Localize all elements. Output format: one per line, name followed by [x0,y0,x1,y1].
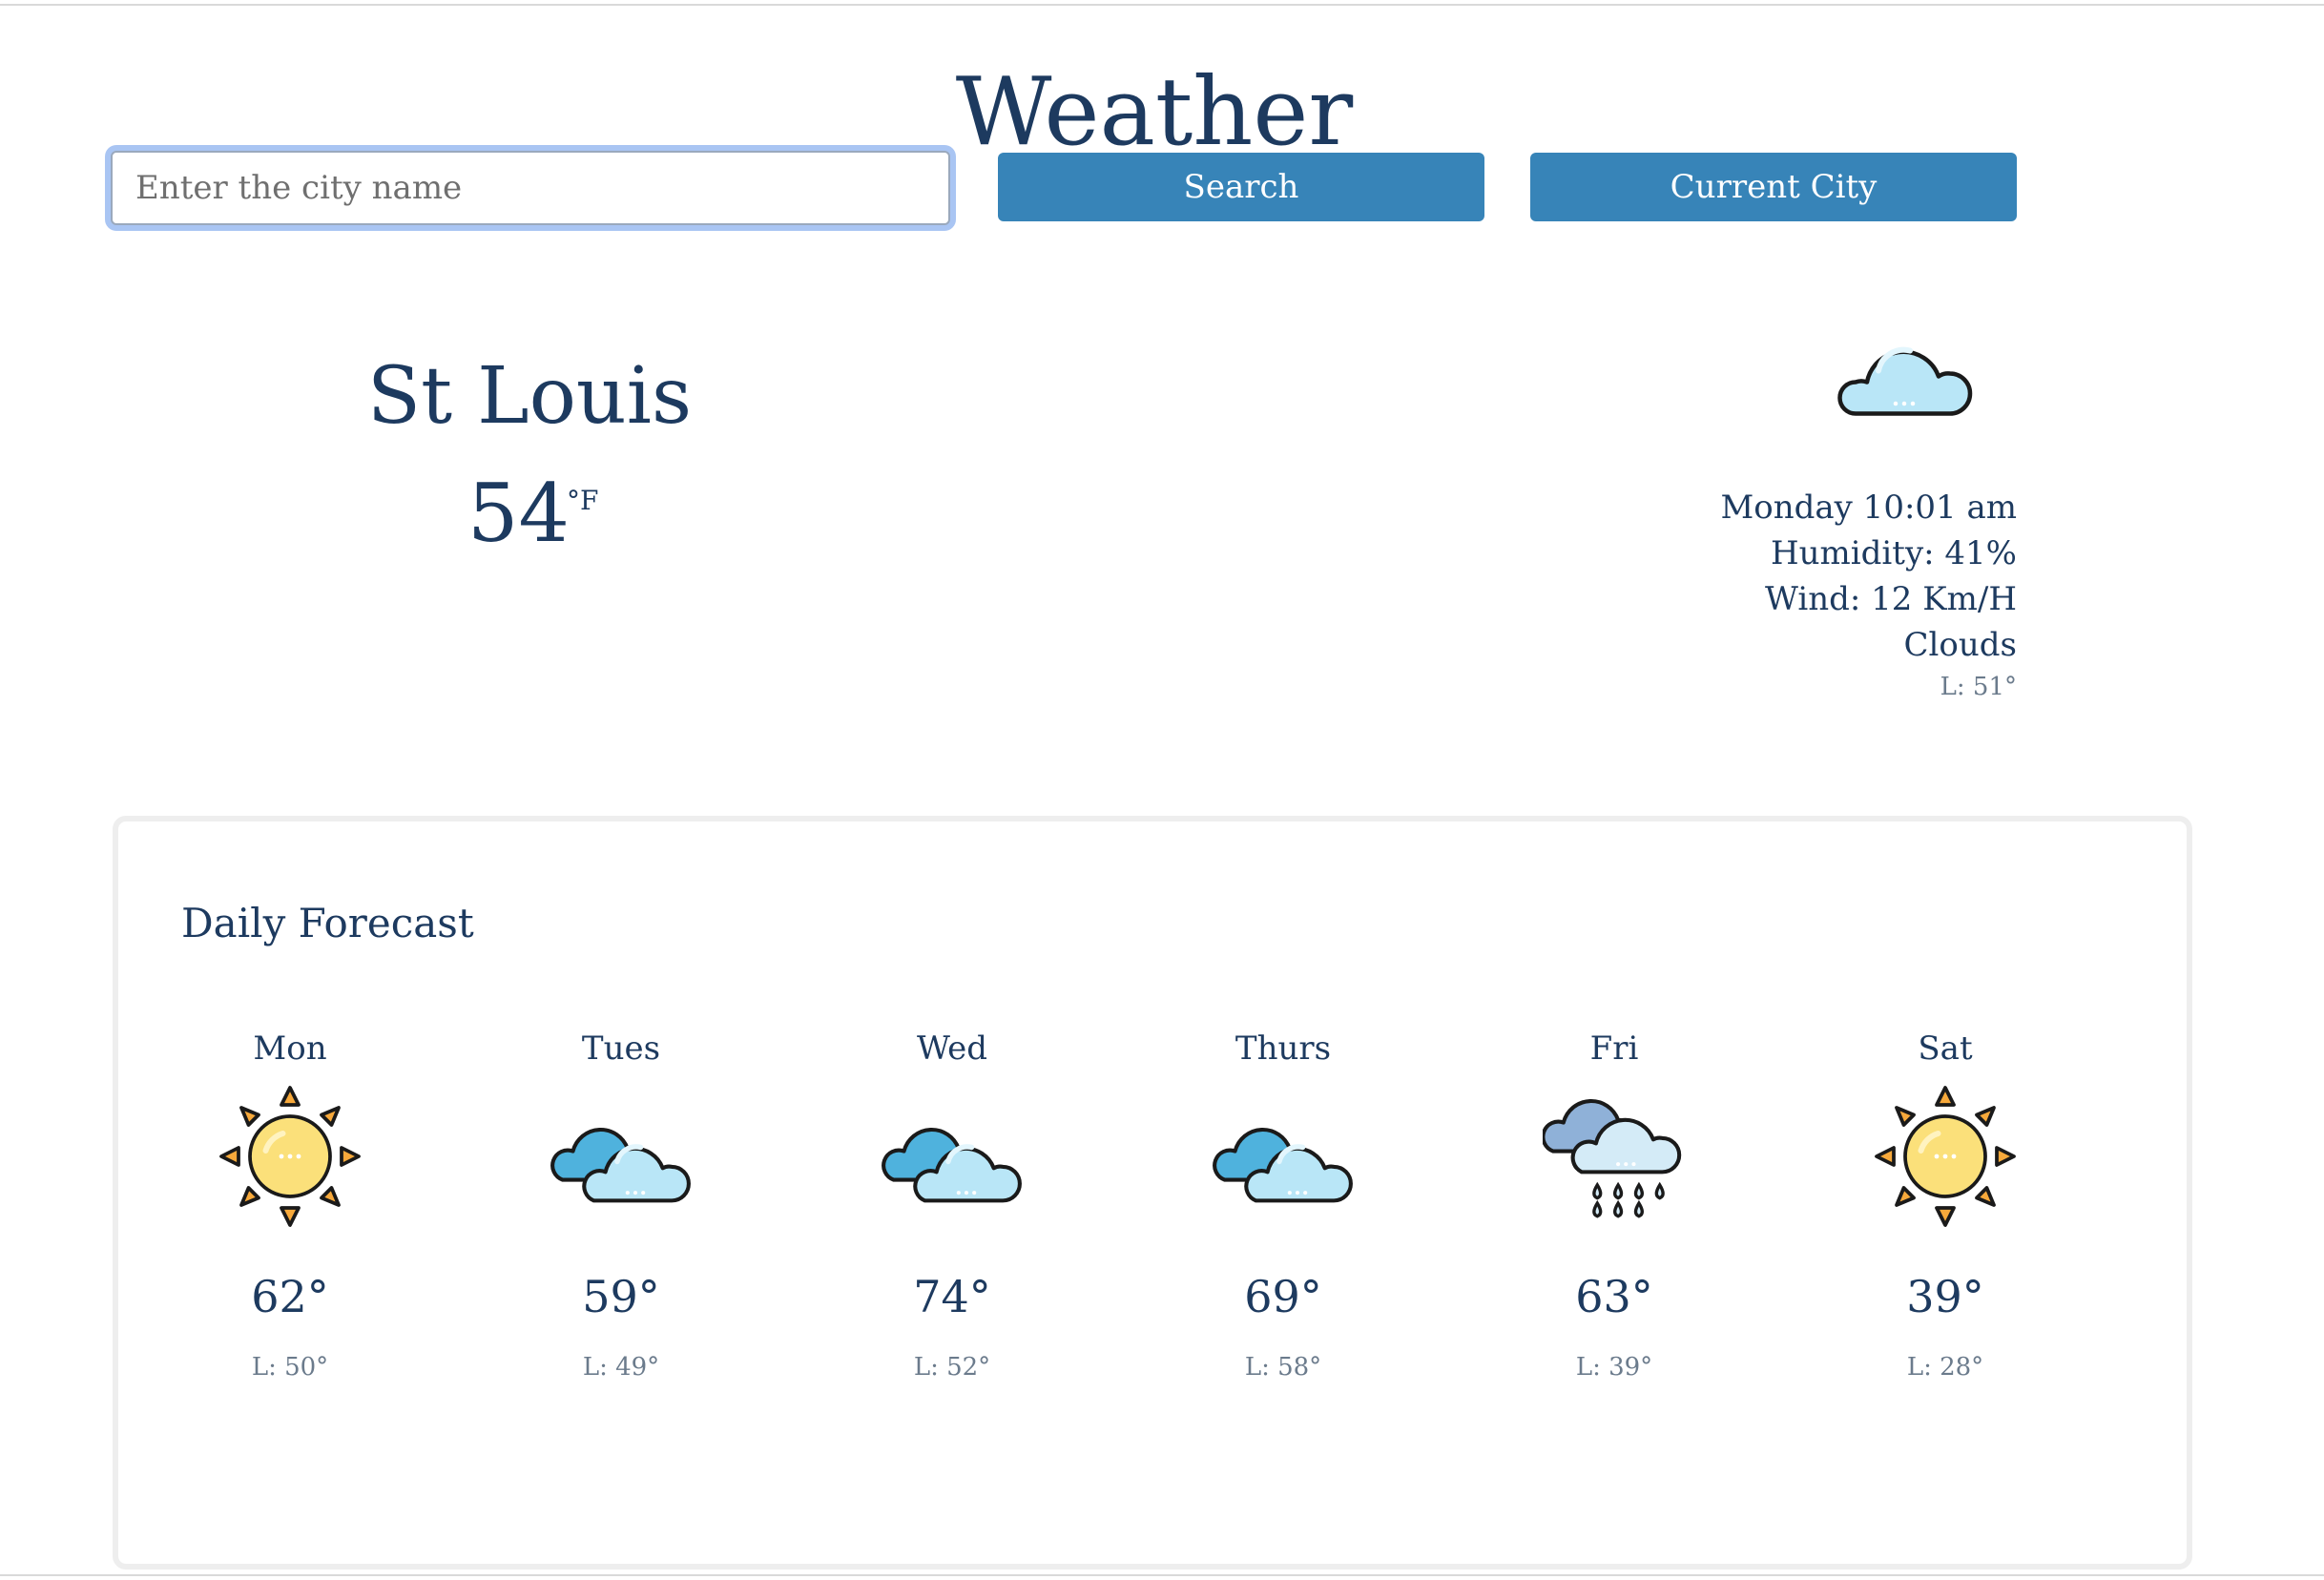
forecast-day: Mon 62° L: 50° [147,1029,433,1382]
day-high: 63° [1575,1271,1653,1322]
sun-icon [218,1085,362,1228]
temperature-unit: °F [567,485,599,516]
current-city-button[interactable]: Current City [1530,153,2017,221]
bottom-divider [0,1574,2324,1576]
rain-icon [1543,1085,1686,1228]
day-low: L: 39° [1575,1353,1653,1382]
search-button[interactable]: Search [998,153,1484,221]
day-high: 39° [1906,1271,1984,1322]
day-name: Mon [253,1029,327,1068]
day-name: Wed [916,1029,988,1068]
forecast-day: Fri 63° L: 39° [1471,1029,1757,1382]
current-temperature: 54 [467,467,570,560]
cloud-icon [1830,315,1973,429]
forecast-day: Thurs 69° L: 58° [1140,1029,1426,1382]
sun-icon [1874,1085,2017,1228]
day-low: L: 52° [913,1353,991,1382]
day-high: 74° [913,1271,991,1322]
forecast-day: Wed 74° L: 52° [809,1029,1095,1382]
day-name: Thurs [1235,1029,1332,1068]
city-name: St Louis [366,351,693,442]
forecast-title: Daily Forecast [181,900,474,946]
clouds-icon [881,1085,1024,1228]
top-divider [0,4,2324,6]
day-low: L: 58° [1244,1353,1322,1382]
current-datetime: Monday 10:01 am [1720,489,2017,527]
current-condition: Clouds [1903,626,2017,664]
clouds-icon [550,1085,693,1228]
current-details: Monday 10:01 am Humidity: 41% Wind: 12 K… [1720,485,2017,704]
day-name: Sat [1918,1029,1973,1068]
day-low: L: 49° [582,1353,660,1382]
day-high: 59° [582,1271,660,1322]
day-low: L: 50° [251,1353,329,1382]
current-wind: Wind: 12 Km/H [1765,580,2017,618]
forecast-day: Sat 39° L: 28° [1802,1029,2088,1382]
current-low: L: 51° [1940,673,2017,701]
forecast-day: Tues 59° L: 49° [478,1029,764,1382]
day-low: L: 28° [1906,1353,1984,1382]
day-high: 62° [251,1271,329,1322]
daily-forecast-card: Daily Forecast Mon 62° L: 50° Tues 59° L… [113,816,2192,1570]
day-name: Tues [581,1029,661,1068]
clouds-icon [1212,1085,1355,1228]
current-humidity: Humidity: 41% [1770,534,2017,572]
page-title: Weather [955,57,1354,167]
day-high: 69° [1244,1271,1322,1322]
city-search-input[interactable] [111,151,950,225]
day-name: Fri [1589,1029,1639,1068]
